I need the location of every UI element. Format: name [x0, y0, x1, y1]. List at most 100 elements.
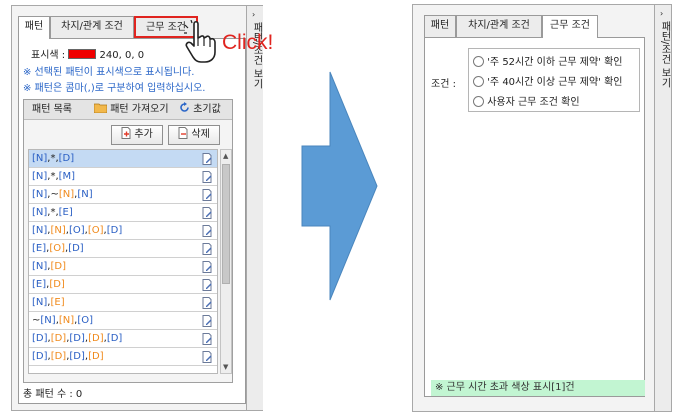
- edit-pattern-icon[interactable]: [202, 189, 213, 201]
- collapse-chevron-icon[interactable]: ›: [252, 10, 255, 19]
- pattern-list-tab: 패턴 목록: [32, 104, 72, 115]
- pattern-token: ,*,: [47, 171, 59, 182]
- folder-icon: [93, 103, 108, 114]
- hand-cursor-icon: [184, 20, 216, 63]
- pattern-token: [N]: [32, 171, 48, 182]
- pattern-token: [N]: [58, 189, 75, 200]
- pattern-tab-content: 표시색 : 240, 0, 0 ※ 선택된 패턴이 표시색으로 표시됩니다. ※…: [18, 38, 246, 404]
- import-pattern-label: 패턴 가져오기: [110, 104, 169, 115]
- import-pattern-button[interactable]: 패턴 가져오기: [93, 100, 169, 120]
- left-pattern-panel: 패턴 차지/관계 조건 근무 조건 표시색 : 240, 0, 0 ※ 선택된 …: [11, 5, 263, 411]
- collapse-chevron-icon[interactable]: ›: [660, 9, 663, 18]
- add-icon: [121, 127, 131, 139]
- pattern-token: [D]: [32, 333, 48, 344]
- pattern-text: [D],[D],[D],[D],[D]: [32, 333, 122, 344]
- pattern-token: [D]: [69, 333, 85, 344]
- delete-button[interactable]: 삭제: [168, 125, 220, 145]
- note-comma-separator: ※ 패턴은 콤마(,)로 구분하여 입력하십시오.: [23, 83, 206, 94]
- edit-pattern-icon[interactable]: [202, 261, 213, 273]
- pattern-token: [N]: [32, 261, 48, 272]
- pattern-token: [O]: [49, 243, 65, 254]
- delete-label: 삭제: [191, 129, 210, 140]
- delete-icon: [178, 127, 188, 139]
- pattern-text: [N],~[N],[N]: [32, 189, 93, 200]
- pattern-row[interactable]: [N],~[N],[N]: [29, 186, 217, 204]
- pattern-token: [D]: [68, 243, 84, 254]
- pattern-text: ~[N],[N],[O]: [32, 315, 93, 326]
- radio-40-hours[interactable]: [473, 76, 484, 87]
- pattern-token: ,~: [47, 189, 59, 200]
- edit-pattern-icon[interactable]: [202, 153, 213, 165]
- status-message: ※ 근무 시간 초과 색상 표시[1]건: [431, 380, 645, 396]
- total-pattern-count: 총 패턴 수 : 0: [23, 389, 83, 400]
- color-row: 표시색 : 240, 0, 0: [31, 46, 144, 61]
- pattern-token: ,*,: [47, 207, 59, 218]
- pattern-token: [O]: [68, 225, 85, 236]
- color-value: 240, 0, 0: [99, 50, 145, 61]
- pattern-row[interactable]: [E],[O],[D]: [29, 240, 217, 258]
- pattern-row[interactable]: [N],[N],[O],[O],[D]: [29, 222, 217, 240]
- edit-pattern-icon[interactable]: [202, 171, 213, 183]
- pattern-row[interactable]: [N],[D]: [29, 258, 217, 276]
- pattern-token: [D]: [106, 333, 123, 344]
- left-side-strip[interactable]: › 패턴/조건 보기: [246, 6, 263, 410]
- pattern-token: [M]: [58, 171, 76, 182]
- tab-pattern[interactable]: 패턴: [18, 16, 50, 39]
- pattern-row[interactable]: [E],[D]: [29, 276, 217, 294]
- pattern-token: [D]: [58, 153, 75, 164]
- option-52-hours-label: '주 52시간 이하 근무 제약' 확인: [487, 57, 623, 68]
- pattern-token: [N]: [58, 315, 75, 326]
- pattern-list-header: 패턴 목록 패턴 가져오기 초기값: [24, 100, 232, 120]
- pattern-row[interactable]: ~[N],[N],[O]: [29, 312, 217, 330]
- tab-relation-condition[interactable]: 차지/관계 조건: [50, 16, 134, 38]
- right-side-strip[interactable]: › 패턴/조건 보기: [654, 5, 671, 411]
- add-label: 추가: [134, 129, 153, 140]
- tab-work-condition[interactable]: 근무 조건: [542, 15, 598, 38]
- option-52-hours[interactable]: '주 52시간 이하 근무 제약' 확인: [473, 53, 623, 68]
- edit-pattern-icon[interactable]: [202, 279, 213, 291]
- scroll-up-icon[interactable]: ▲: [223, 152, 228, 160]
- pattern-row[interactable]: [D],[D],[D],[D]: [29, 348, 217, 366]
- reset-label: 초기값: [193, 104, 221, 115]
- pattern-list-scrollbar[interactable]: ▲ ▼: [220, 149, 232, 374]
- radio-user-condition[interactable]: [473, 96, 484, 107]
- scroll-thumb[interactable]: [222, 164, 230, 284]
- edit-pattern-icon[interactable]: [202, 351, 213, 363]
- pattern-token: [D]: [32, 351, 48, 362]
- pattern-text: [E],[O],[D]: [32, 243, 84, 254]
- pattern-token: [N]: [77, 189, 93, 200]
- pattern-condition-view-toggle[interactable]: 패턴/조건 보기: [657, 21, 672, 88]
- edit-pattern-icon[interactable]: [202, 225, 213, 237]
- pattern-row[interactable]: [N],*,[M]: [29, 168, 217, 186]
- scroll-down-icon[interactable]: ▼: [223, 363, 228, 371]
- radio-52-hours[interactable]: [473, 56, 484, 67]
- pattern-token: [E]: [58, 207, 73, 218]
- pattern-token: [D]: [88, 333, 104, 344]
- edit-pattern-icon[interactable]: [202, 207, 213, 219]
- pattern-row[interactable]: [N],[E]: [29, 294, 217, 312]
- pattern-text: [E],[D]: [32, 279, 65, 290]
- edit-pattern-icon[interactable]: [202, 297, 213, 309]
- pattern-row[interactable]: [N],*,[E]: [29, 204, 217, 222]
- option-40-hours[interactable]: '주 40시간 이상 근무 제약' 확인: [473, 73, 623, 88]
- pattern-token: [N]: [50, 225, 66, 236]
- condition-options-box: '주 52시간 이하 근무 제약' 확인 '주 40시간 이상 근무 제약' 확…: [468, 48, 640, 112]
- pattern-token: [N]: [32, 225, 48, 236]
- pattern-token: [N]: [32, 189, 48, 200]
- reset-button[interactable]: 초기값: [179, 100, 221, 120]
- work-condition-content: 조건 : '주 52시간 이하 근무 제약' 확인 '주 40시간 이상 근무 …: [424, 37, 645, 397]
- add-button[interactable]: 추가: [111, 125, 163, 145]
- tab-pattern[interactable]: 패턴: [424, 15, 456, 37]
- pattern-text: [N],[E]: [32, 297, 65, 308]
- color-label: 표시색 :: [31, 50, 66, 61]
- pattern-list[interactable]: [N],*,[D] [N],*,[M] [N],~[N],[N] [N],*,[E][…: [28, 149, 218, 374]
- tab-relation-condition[interactable]: 차지/관계 조건: [456, 15, 542, 37]
- pattern-row[interactable]: [N],*,[D]: [29, 150, 217, 168]
- pattern-row[interactable]: [D],[D],[D],[D],[D]: [29, 330, 217, 348]
- condition-label: 조건 :: [431, 79, 456, 90]
- color-swatch[interactable]: [68, 49, 97, 59]
- edit-pattern-icon[interactable]: [202, 243, 213, 255]
- option-user-condition[interactable]: 사용자 근무 조건 확인: [473, 93, 580, 108]
- edit-pattern-icon[interactable]: [202, 333, 213, 345]
- edit-pattern-icon[interactable]: [202, 315, 213, 327]
